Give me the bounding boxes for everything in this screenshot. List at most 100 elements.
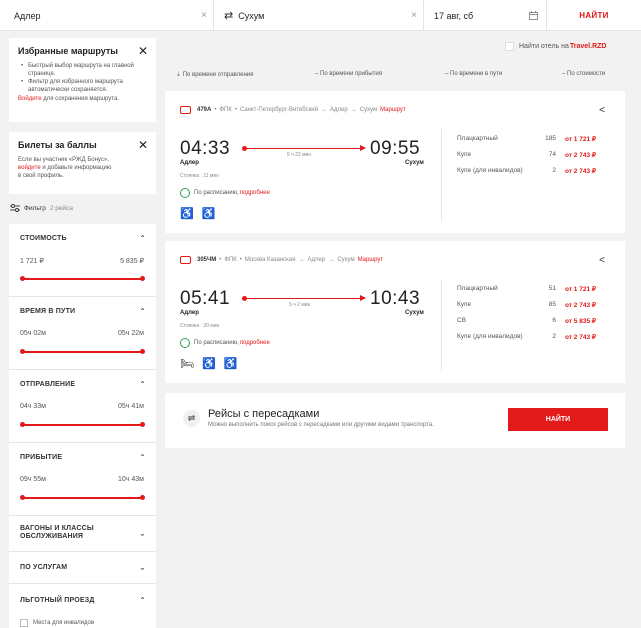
calendar-icon[interactable] xyxy=(529,11,538,20)
hotel-checkbox[interactable] xyxy=(505,42,514,51)
departure-slider[interactable] xyxy=(20,422,145,427)
duration-slider[interactable] xyxy=(20,349,145,354)
filter-section-departure: ОТПРАВЛЕНИЕ ⌃ 04ч 33м 05ч 41м xyxy=(9,370,156,443)
filter-max: 05ч 41м xyxy=(118,403,144,410)
departure-station: Адлер xyxy=(180,310,199,316)
filter-icon xyxy=(10,204,20,212)
search-find-button[interactable]: НАЙТИ xyxy=(547,0,641,31)
travel-rzd-link[interactable]: Travel.RZD xyxy=(570,43,607,50)
route-link[interactable]: Маршрут xyxy=(380,107,406,113)
filter-section-preferential: ЛЬГОТНЫЙ ПРОЕЗД ⌃ Места для инвалидов xyxy=(9,584,156,628)
chevron-down-icon[interactable]: ⌃ xyxy=(139,562,146,571)
wheelchair-icon: ♿ xyxy=(223,358,238,370)
to-field[interactable]: ⇄ Сухум × xyxy=(214,0,424,31)
details-link[interactable]: подробнее xyxy=(240,340,270,346)
clear-to-icon[interactable]: × xyxy=(411,10,417,21)
departure-station: Адлер xyxy=(180,160,199,166)
chevron-up-icon[interactable]: ⌃ xyxy=(139,596,146,605)
departure-time: 04:33 xyxy=(180,138,231,159)
filter-min: 09ч 55м xyxy=(20,476,46,483)
sort-arrival[interactable]: – По времени прибытия xyxy=(315,71,382,77)
trip-duration: 5 ч 22 мин xyxy=(287,152,312,158)
route-link[interactable]: Маршрут xyxy=(358,257,384,263)
hotel-option[interactable]: Найти отель на Travel.RZD xyxy=(505,42,606,51)
arrival-time: 09:55 xyxy=(370,138,421,159)
class-row[interactable]: Купе (для инвалидов) 2 от 2 743 ₽ xyxy=(457,167,617,175)
from-field[interactable]: Адлер × xyxy=(0,0,214,31)
share-icon[interactable]: < xyxy=(599,105,605,116)
bonus-login-link[interactable]: войдите xyxy=(18,165,41,171)
arrival-station: Сухум xyxy=(405,310,424,316)
accessible-boarding-icon: ♿ xyxy=(201,358,216,370)
train-header: 305ЧМ • ФПК • Москва Казанская → Адлер → Сух… xyxy=(180,256,383,264)
bonus-title: Билеты за баллы xyxy=(18,140,97,150)
stop-info: Стоянка : 11 мин xyxy=(180,173,219,179)
checkbox[interactable] xyxy=(20,619,28,627)
bonus-text: Если вы участник «РЖД Бонус», войдите и … xyxy=(18,157,112,179)
filter-min: 1 721 ₽ xyxy=(20,258,44,265)
filter-section-services: ПО УСЛУГАМ ⌃ xyxy=(9,552,156,584)
train-number: 479А xyxy=(197,107,212,113)
transfers-subtitle: Можно выполнить поиск рейсов с пересадка… xyxy=(208,422,434,428)
departure-time: 05:41 xyxy=(180,288,231,309)
date-value: 17 авг, сб xyxy=(434,10,474,21)
chevron-up-icon[interactable]: ⌃ xyxy=(139,380,146,389)
filter-header[interactable]: Фильтр 2 рейса xyxy=(10,204,73,212)
details-link[interactable]: подробнее xyxy=(240,190,270,196)
train-card: 305ЧМ • ФПК • Москва Казанская → Адлер → Сух… xyxy=(165,241,625,383)
sort-departure[interactable]: ⇣ По времени отправления xyxy=(176,71,253,78)
sort-duration[interactable]: – По времени в пути xyxy=(445,71,502,77)
filter-count: 2 рейса xyxy=(49,204,73,212)
date-field[interactable]: 17 авг, сб xyxy=(424,0,547,31)
route-arrow xyxy=(242,295,366,301)
chevron-down-icon[interactable]: ⌃ xyxy=(139,528,146,537)
class-row[interactable]: Купе (для инвалидов) 2 от 2 743 ₽ xyxy=(457,333,617,341)
filter-title[interactable]: ОТПРАВЛЕНИЕ xyxy=(20,381,75,388)
favorites-card: Избранные маршруты ✕ Быстрый выбор маршр… xyxy=(9,38,156,122)
stop-info: Стоянка : 20 мин xyxy=(180,323,220,329)
arrival-slider[interactable] xyxy=(20,495,145,500)
close-icon[interactable]: ✕ xyxy=(138,138,148,152)
filter-title[interactable]: СТОИМОСТЬ xyxy=(20,235,67,242)
class-row[interactable]: СВ 6 от 5 835 ₽ xyxy=(457,317,617,325)
favorites-bullet: Быстрый выбор маршрута на главной страни… xyxy=(18,62,147,78)
disabled-seats-option[interactable]: Места для инвалидов xyxy=(20,619,94,627)
swap-icon[interactable]: ⇄ xyxy=(224,9,233,22)
favorites-bullets: Быстрый выбор маршрута на главной страни… xyxy=(18,62,147,94)
chevron-up-icon[interactable]: ⌃ xyxy=(139,453,146,462)
favorites-bullet: Фильтр для избранного маршрута автоматич… xyxy=(18,78,147,94)
clear-from-icon[interactable]: × xyxy=(201,10,207,21)
amenities: ♿ ♿ xyxy=(180,207,215,220)
transfers-card: ⇌ Рейсы с пересадками Можно выполнить по… xyxy=(165,393,625,448)
amenities: 🛏 ♿ ♿ xyxy=(180,357,237,370)
train-origin: Москва Казанская xyxy=(244,257,296,263)
class-row[interactable]: Плацкартный 185 от 1 721 ₽ xyxy=(457,135,617,143)
schedule-info: По расписанию, подробнее xyxy=(180,338,270,348)
price-slider[interactable] xyxy=(20,276,145,281)
filter-max: 5 835 ₽ xyxy=(120,258,144,265)
favorites-login-link[interactable]: Войдите xyxy=(18,96,42,102)
favorites-login-text: Войдите для сохранения маршрута. xyxy=(18,96,119,102)
class-row[interactable]: Купе 85 от 2 743 ₽ xyxy=(457,301,617,309)
filter-title[interactable]: ПО УСЛУГАМ xyxy=(20,564,67,571)
filter-section-arrival: ПРИБЫТИЕ ⌃ 09ч 55м 10ч 43м xyxy=(9,443,156,516)
search-bar: Адлер × ⇄ Сухум × 17 авг, сб НАЙТИ xyxy=(0,0,641,31)
chevron-up-icon[interactable]: ⌃ xyxy=(139,307,146,316)
train-card: 479А • ФПК • Санкт-Петербург-Витебский → Ад… xyxy=(165,91,625,233)
filter-min: 05ч 02м xyxy=(20,330,46,337)
filter-title[interactable]: ПРИБЫТИЕ xyxy=(20,454,62,461)
train-logo-icon xyxy=(180,106,191,114)
chevron-up-icon[interactable]: ⌃ xyxy=(139,234,146,243)
transfers-find-button[interactable]: НАЙТИ xyxy=(508,408,608,431)
filter-title[interactable]: ВРЕМЯ В ПУТИ xyxy=(20,308,75,315)
share-icon[interactable]: < xyxy=(599,255,605,266)
class-row[interactable]: Плацкартный 51 от 1 721 ₽ xyxy=(457,285,617,293)
trip-duration: 5 ч 2 мин xyxy=(289,302,311,308)
train-header: 479А • ФПК • Санкт-Петербург-Витебский → Ад… xyxy=(180,106,406,114)
filter-title[interactable]: ВАГОНЫ И КЛАССЫ ОБСЛУЖИВАНИЯ xyxy=(20,525,120,541)
sort-price[interactable]: – По стоимости xyxy=(562,71,605,77)
filter-title[interactable]: ЛЬГОТНЫЙ ПРОЕЗД xyxy=(20,597,95,604)
class-row[interactable]: Купе 74 от 2 743 ₽ xyxy=(457,151,617,159)
close-icon[interactable]: ✕ xyxy=(138,44,148,58)
accessible-boarding-icon: ♿ xyxy=(180,208,194,220)
